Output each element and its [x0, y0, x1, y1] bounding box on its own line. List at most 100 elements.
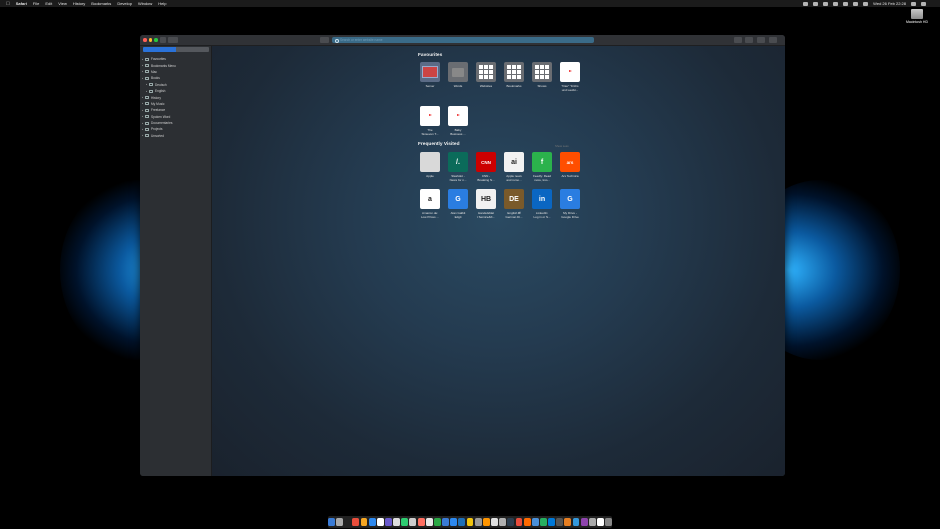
back-forward-button[interactable] [168, 37, 178, 43]
dock-app-icon[interactable] [491, 518, 498, 526]
frequent-site-tile[interactable]: ars Ars Technica [558, 152, 582, 179]
menu-help[interactable]: Help [158, 1, 166, 6]
battery-menu-icon[interactable] [833, 1, 839, 6]
frequent-site-tile[interactable]: HB Handelsblat t Service&K... [474, 189, 498, 219]
menu-edit[interactable]: Edit [45, 1, 52, 6]
frequent-site-tile[interactable]: f Feedly: Read more, kno... [530, 152, 554, 182]
apple-menu-icon[interactable]:  [6, 1, 10, 7]
dock-app-icon[interactable] [499, 518, 507, 526]
dock-app-icon[interactable] [376, 518, 384, 526]
folder-icon [145, 102, 149, 106]
dock-app-icon[interactable] [352, 518, 360, 526]
dock-app-icon[interactable] [531, 518, 539, 526]
dock-app-icon[interactable] [515, 518, 523, 526]
dock-app-icon[interactable] [564, 518, 572, 526]
dock-app-icon[interactable] [401, 518, 409, 526]
dock-app-icon[interactable] [580, 518, 588, 526]
favourite-tile[interactable]: "Das" "Frühs und Laufst... [558, 62, 582, 92]
zoom-button[interactable] [154, 38, 158, 42]
dock-app-icon[interactable] [572, 518, 580, 526]
menu-history[interactable]: History [73, 1, 85, 6]
frequent-site-tile[interactable]: /. Slashdot - News for n... [446, 152, 470, 182]
bookmarks-sidebar: ▸ Favourites ▸ Bookmarks Menu ▸ Mac ▸ Books ▸ Deu… [140, 46, 212, 476]
dock-app-icon[interactable] [466, 518, 474, 526]
dock-app-icon[interactable] [327, 518, 335, 526]
new-tab-button[interactable] [757, 37, 765, 43]
dock-app-icon[interactable] [507, 518, 515, 526]
site-glyph: DE [509, 195, 519, 203]
favourite-tile[interactable]: Shows [530, 62, 554, 89]
tab-overview-button[interactable] [769, 37, 777, 43]
dock-app-icon[interactable] [417, 518, 425, 526]
share-button[interactable] [745, 37, 753, 43]
dock-app-icon[interactable] [442, 518, 449, 526]
menu-develop[interactable]: Develop [117, 1, 132, 6]
frequent-site-tile-icon: in [532, 189, 552, 209]
close-button[interactable] [143, 38, 147, 42]
dock-app-icon[interactable] [605, 518, 613, 526]
reading-list-tab[interactable] [176, 47, 209, 52]
menu-bookmarks[interactable]: Bookmarks [91, 1, 111, 6]
dock-app-icon[interactable] [433, 518, 441, 526]
folder-icon [145, 127, 149, 131]
frequent-site-tile[interactable]: in LinkedIn: Log in or S... [530, 189, 554, 219]
dock-app-icon[interactable] [409, 518, 417, 526]
frequent-site-tile-icon [420, 152, 440, 172]
dock-app-icon[interactable] [344, 518, 352, 526]
favourite-tile[interactable]: The Sixseven T... [418, 106, 442, 136]
menubar-clock[interactable]: Wed 26 Feb 22:28 [873, 1, 906, 6]
dock-app-icon[interactable] [556, 518, 564, 526]
dock-app-icon[interactable] [368, 518, 376, 526]
frequent-site-tile[interactable]: ai Apple news and rumo... [502, 152, 526, 182]
dock-app-icon[interactable] [336, 518, 343, 526]
dock-app-icon[interactable] [539, 518, 547, 526]
sidebar-item[interactable]: ▸ Unsorted [142, 133, 210, 139]
frequent-site-tile[interactable]: Apple [418, 152, 442, 179]
dock-app-icon[interactable] [548, 518, 555, 526]
share-tab-button[interactable] [320, 37, 329, 43]
sync-icon[interactable] [823, 1, 829, 6]
spotlight-icon[interactable] [911, 1, 916, 6]
control-center-icon[interactable] [921, 1, 926, 6]
dock-app-icon[interactable] [474, 518, 482, 526]
dock-app-icon[interactable] [597, 518, 604, 526]
favourite-tile[interactable]: Baby Business ... [446, 106, 470, 136]
frequent-site-tile[interactable]: CNN CNN - Breaking N... [474, 152, 498, 182]
extension-button[interactable] [734, 37, 742, 43]
volume-icon[interactable] [863, 1, 869, 6]
bluetooth-icon[interactable] [843, 1, 849, 6]
cloud-icon[interactable] [813, 1, 819, 6]
menu-file[interactable]: File [33, 1, 39, 6]
dock-app-icon[interactable] [458, 518, 466, 526]
menu-view[interactable]: View [58, 1, 67, 6]
dock-app-icon[interactable] [425, 518, 433, 526]
frequent-site-tile[interactable]: G Alan Galbit Edgit [446, 189, 470, 219]
frequent-site-tile[interactable]: DE English ⇄ German Di... [502, 189, 526, 219]
menu-window[interactable]: Window [138, 1, 152, 6]
tile-label: Shows [537, 84, 547, 88]
wifi-icon[interactable] [853, 1, 859, 6]
favourite-tile[interactable]: Server [418, 62, 442, 89]
bookmarks-tab[interactable] [143, 47, 176, 52]
frequent-site-tile[interactable]: G My Drive - Google Drive [558, 189, 582, 219]
sidebar-toggle-button[interactable] [160, 37, 166, 43]
dock-app-icon[interactable] [450, 518, 458, 526]
dock-app-icon[interactable] [523, 518, 531, 526]
desktop-drive[interactable]: Macintosh HD [906, 9, 928, 24]
show-less-link[interactable]: Show Less [555, 144, 569, 148]
menu-app-name[interactable]: Safari [16, 1, 27, 6]
frequent-site-tile[interactable]: a Amazon.de: Low Prices ... [418, 189, 442, 219]
dock-app-icon[interactable] [393, 518, 401, 526]
folder-icon [145, 134, 149, 138]
dock-app-icon[interactable] [360, 518, 368, 526]
dock-app-icon[interactable] [588, 518, 596, 526]
dropbox-icon[interactable] [803, 1, 809, 6]
favourite-tile[interactable]: Websites [474, 62, 498, 89]
address-bar[interactable]: Search or enter website name [332, 37, 594, 43]
favourite-tile[interactable]: Words [446, 62, 470, 89]
dock-app-icon[interactable] [482, 518, 490, 526]
favourite-tile[interactable]: Bookmarks [502, 62, 526, 89]
minimize-button[interactable] [148, 38, 152, 42]
dock-app-icon[interactable] [385, 518, 392, 526]
sidebar-item-label: History [151, 95, 161, 100]
